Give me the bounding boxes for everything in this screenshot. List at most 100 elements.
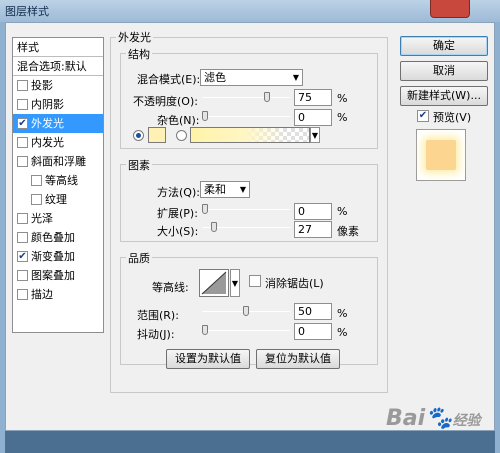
blend-mode-value: 滤色 [204, 71, 226, 84]
style-list: 样式 混合选项:默认 投影 内阴影 ✔ 外发光 内发光 斜面和浮雕 等高线 纹理 光泽 颜色叠加 ✔… [12, 37, 104, 333]
style-item[interactable]: 纹理 [13, 190, 103, 209]
style-item-checkbox[interactable] [31, 194, 42, 205]
dropdown-arrow-icon: ▼ [311, 131, 318, 140]
dropdown-arrow-icon: ▼ [231, 279, 238, 288]
style-preview-thumbnail [416, 129, 466, 181]
jitter-unit: % [337, 326, 348, 339]
cancel-button[interactable]: 取消 [400, 61, 488, 81]
structure-title: 结构 [126, 46, 152, 62]
style-item-label: 描边 [31, 288, 53, 301]
style-item-label: 图案叠加 [31, 269, 75, 282]
range-slider-thumb[interactable] [243, 306, 249, 316]
size-slider-thumb[interactable] [210, 222, 217, 232]
style-item[interactable]: ✔ 渐变叠加 [13, 247, 103, 266]
spread-input[interactable]: 0 [294, 203, 332, 220]
style-item-checkbox[interactable]: ✔ [17, 251, 28, 262]
style-item[interactable]: 等高线 [13, 171, 103, 190]
style-item-checkbox[interactable] [31, 175, 42, 186]
style-item[interactable]: 斜面和浮雕 [13, 152, 103, 171]
style-preview-swatch [426, 140, 456, 170]
opacity-slider-thumb[interactable] [263, 92, 270, 102]
size-label: 大小(S): [157, 225, 199, 238]
watermark-brand: Bai [386, 406, 426, 431]
style-item-label: 渐变叠加 [31, 250, 75, 263]
noise-input[interactable]: 0 [294, 109, 332, 126]
style-item-checkbox[interactable] [17, 137, 28, 148]
style-list-header: 样式 [13, 38, 103, 57]
blend-mode-select[interactable]: 滤色 ▼ [200, 69, 303, 86]
ok-button[interactable]: 确定 [400, 36, 488, 56]
noise-unit: % [337, 111, 348, 124]
style-item[interactable]: 图案叠加 [13, 266, 103, 285]
style-item[interactable]: 描边 [13, 285, 103, 304]
style-item[interactable]: 内阴影 [13, 95, 103, 114]
range-unit: % [337, 307, 348, 320]
noise-slider-track[interactable] [202, 116, 290, 117]
window-title: 图层样式 [5, 5, 49, 18]
jitter-slider-thumb[interactable] [202, 325, 208, 335]
noise-label: 杂色(N): [157, 114, 200, 127]
gradient-dropdown-button[interactable]: ▼ [310, 127, 320, 143]
size-input[interactable]: 27 [294, 221, 332, 238]
style-item[interactable]: 投影 [13, 76, 103, 95]
contour-dropdown-button[interactable]: ▼ [230, 269, 240, 297]
size-unit: 像素 [337, 225, 359, 238]
dropdown-arrow-icon: ▼ [292, 73, 299, 82]
jitter-input[interactable]: 0 [294, 323, 332, 340]
style-item-checkbox[interactable] [17, 213, 28, 224]
technique-value: 柔和 [204, 183, 226, 196]
style-item-checkbox[interactable] [17, 270, 28, 281]
layer-style-dialog: 样式 混合选项:默认 投影 内阴影 ✔ 外发光 内发光 斜面和浮雕 等高线 纹理 光泽 颜色叠加 ✔… [5, 22, 495, 431]
style-item[interactable]: 颜色叠加 [13, 228, 103, 247]
elements-title: 图素 [126, 157, 152, 173]
window-frame-right [495, 22, 500, 453]
antialias-label: 消除锯齿(L) [265, 277, 324, 290]
style-item-label: 颜色叠加 [31, 231, 75, 244]
spread-slider-thumb[interactable] [202, 204, 208, 214]
title-bar: 图层样式 [0, 0, 500, 22]
paw-icon: 🐾 [425, 406, 453, 431]
contour-preview[interactable] [199, 269, 229, 297]
range-label: 范围(R): [137, 309, 179, 322]
quality-title: 品质 [126, 250, 152, 266]
style-item[interactable]: 内发光 [13, 133, 103, 152]
spread-slider-track[interactable] [202, 209, 290, 210]
style-item-label: 外发光 [31, 117, 64, 130]
style-item[interactable]: 光泽 [13, 209, 103, 228]
style-item-label: 光泽 [31, 212, 53, 225]
linear-contour-icon [201, 271, 227, 295]
watermark: Bai🐾经验 [386, 406, 481, 431]
glow-color-swatch[interactable] [148, 127, 166, 143]
solid-color-radio[interactable] [133, 130, 144, 141]
technique-select[interactable]: 柔和 ▼ [200, 181, 250, 198]
preview-label: 预览(V) [433, 111, 472, 124]
style-item-label: 纹理 [45, 193, 67, 206]
method-label: 方法(Q): [157, 186, 200, 199]
make-default-button[interactable]: 设置为默认值 [166, 349, 250, 369]
reset-default-button[interactable]: 复位为默认值 [256, 349, 340, 369]
style-item-label: 内阴影 [31, 98, 64, 111]
preview-checkbox[interactable]: ✔ [417, 110, 429, 122]
style-item-label: 等高线 [45, 174, 78, 187]
jitter-slider-track[interactable] [202, 330, 290, 331]
blending-options-item[interactable]: 混合选项:默认 [13, 57, 103, 76]
style-item[interactable]: ✔ 外发光 [13, 114, 103, 133]
opacity-slider-track[interactable] [202, 97, 290, 98]
range-input[interactable]: 50 [294, 303, 332, 320]
style-item-checkbox[interactable] [17, 289, 28, 300]
gradient-picker[interactable] [190, 127, 310, 143]
style-item-checkbox[interactable]: ✔ [17, 118, 28, 129]
close-window-button[interactable] [430, 0, 470, 18]
style-item-checkbox[interactable] [17, 156, 28, 167]
opacity-label: 不透明度(O): [133, 95, 198, 108]
spread-label: 扩展(P): [157, 207, 198, 220]
opacity-input[interactable]: 75 [294, 89, 332, 106]
style-item-checkbox[interactable] [17, 99, 28, 110]
antialias-checkbox[interactable] [249, 275, 261, 287]
gradient-radio[interactable] [176, 130, 187, 141]
watermark-suffix: 经验 [452, 413, 481, 429]
noise-slider-thumb[interactable] [202, 111, 208, 121]
style-item-checkbox[interactable] [17, 232, 28, 243]
new-style-button[interactable]: 新建样式(W)... [400, 86, 488, 106]
style-item-checkbox[interactable] [17, 80, 28, 91]
